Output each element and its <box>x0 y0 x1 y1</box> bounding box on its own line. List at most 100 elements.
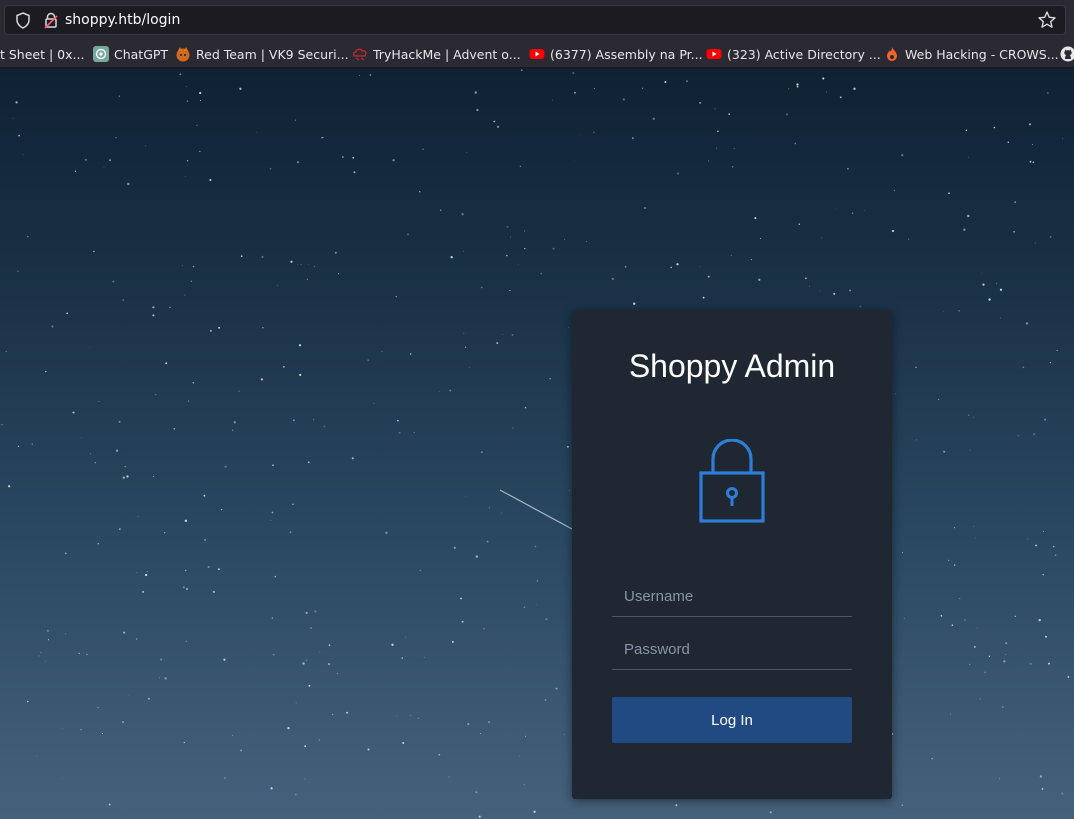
star <box>74 170 77 172</box>
star <box>750 258 753 261</box>
star <box>123 631 126 634</box>
star <box>568 490 570 492</box>
bookmark-star-icon[interactable] <box>1037 10 1057 30</box>
star <box>480 286 483 289</box>
star <box>1049 362 1051 364</box>
star <box>64 633 66 635</box>
star <box>305 659 308 662</box>
star <box>240 749 243 752</box>
star <box>15 101 18 104</box>
star <box>186 160 189 162</box>
star <box>951 624 954 626</box>
star <box>487 720 491 724</box>
star <box>165 362 168 365</box>
address-bar[interactable]: shoppy.htb/login <box>4 5 1066 35</box>
star <box>467 723 470 726</box>
star <box>699 101 702 104</box>
star <box>524 406 527 409</box>
star <box>652 117 655 120</box>
username-input[interactable] <box>612 577 852 617</box>
star <box>240 255 243 258</box>
star <box>224 777 226 779</box>
star <box>238 390 240 392</box>
star <box>502 333 504 335</box>
star <box>488 507 490 509</box>
star <box>223 658 226 661</box>
star <box>534 545 537 548</box>
star <box>328 644 331 647</box>
bookmark-label: (6377) Assembly na Pr... <box>550 46 703 62</box>
url-text[interactable]: shoppy.htb/login <box>65 12 180 28</box>
star <box>184 175 186 177</box>
star <box>190 280 192 282</box>
star <box>1017 435 1019 437</box>
star <box>715 147 718 149</box>
bookmark-item[interactable]: (323) Active Directory ... <box>706 45 881 63</box>
bookmark-item[interactable]: t Sheet | 0x... <box>0 45 84 63</box>
star <box>118 95 120 97</box>
star <box>954 564 956 566</box>
star <box>152 306 155 309</box>
meteor-streak <box>499 489 573 530</box>
star <box>304 745 307 748</box>
bookmarks-toolbar: t Sheet | 0x... ChatGPT Red Team | VK9 S… <box>0 40 1074 68</box>
star <box>72 411 75 414</box>
star <box>17 270 19 272</box>
star <box>122 476 125 479</box>
star <box>385 531 388 534</box>
star <box>184 569 187 572</box>
star <box>486 540 489 543</box>
insecure-lock-icon[interactable] <box>43 12 59 29</box>
bookmark-item[interactable]: Web Hacking - CROWS... <box>884 45 1059 63</box>
youtube-icon <box>529 49 545 59</box>
bookmark-item[interactable] <box>1060 45 1074 63</box>
star <box>833 292 836 295</box>
star <box>453 388 455 390</box>
bookmark-item[interactable]: (6377) Assembly na Pr... <box>529 45 703 63</box>
star <box>950 713 951 715</box>
star <box>186 588 188 590</box>
star <box>496 125 500 128</box>
star <box>965 129 968 132</box>
star <box>367 748 370 751</box>
star <box>731 165 734 168</box>
star <box>568 327 569 328</box>
star <box>769 811 772 814</box>
star <box>466 151 468 153</box>
star <box>450 256 453 259</box>
star <box>182 586 186 589</box>
tracking-protection-shield-icon[interactable] <box>15 12 31 29</box>
star <box>187 400 189 402</box>
star <box>915 439 918 441</box>
bookmark-label: t Sheet | 0x... <box>0 46 85 62</box>
bookmark-item[interactable]: Red Team | VK9 Securi... <box>175 45 349 63</box>
star <box>796 85 799 88</box>
password-input[interactable] <box>612 630 852 670</box>
star <box>398 431 401 434</box>
login-button[interactable]: Log In <box>612 697 852 743</box>
star <box>256 131 257 133</box>
star <box>209 329 213 333</box>
star <box>118 420 121 423</box>
bookmark-item[interactable]: TryHackMe | Advent o... <box>352 45 521 63</box>
star <box>794 142 797 145</box>
star <box>948 192 950 195</box>
star <box>182 265 183 266</box>
star <box>407 233 409 236</box>
bookmark-item[interactable]: ChatGPT <box>93 45 168 63</box>
star <box>48 639 49 641</box>
star <box>512 427 514 429</box>
star <box>979 698 981 700</box>
star <box>261 255 264 258</box>
star <box>413 431 415 433</box>
star <box>22 154 24 156</box>
star <box>964 619 966 621</box>
star <box>17 445 20 447</box>
star <box>493 120 496 123</box>
star <box>847 167 849 170</box>
star <box>308 684 311 687</box>
star <box>564 238 566 241</box>
star <box>931 757 934 760</box>
star <box>523 606 526 609</box>
star <box>999 778 1000 780</box>
